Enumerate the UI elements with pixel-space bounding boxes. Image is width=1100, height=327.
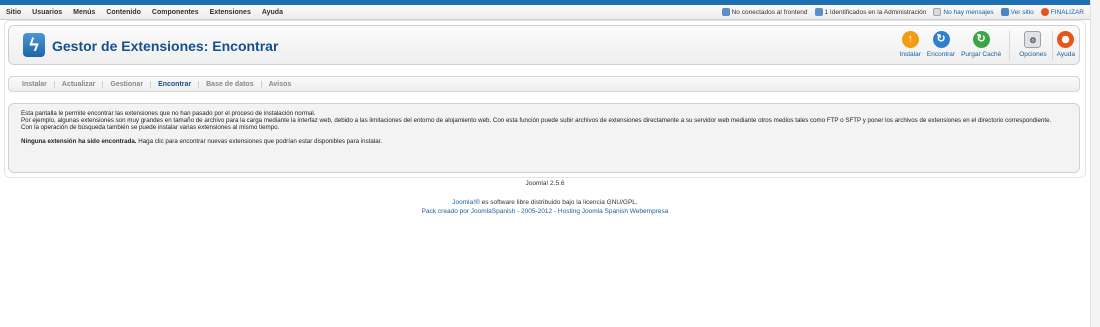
users-icon: [721, 8, 730, 16]
view-site-link[interactable]: Ver sitio: [1000, 8, 1034, 16]
info-line-2: Por ejemplo, algunas extensiones son muy…: [21, 117, 1052, 125]
lightning-icon: ϟ: [23, 33, 45, 57]
toolbar: ↑ Instalar ↻ Encontrar ↻ Purgar Caché ⚙ …: [894, 31, 1075, 61]
tab-gestionar[interactable]: Gestionar: [103, 80, 152, 88]
options-button-label: Opciones: [1019, 51, 1047, 58]
help-button[interactable]: Ayuda: [1057, 31, 1075, 61]
power-icon: [1040, 8, 1049, 16]
admin-status: 1 Identificados en la Administración: [814, 8, 927, 16]
menu-item-contenido[interactable]: Contenido: [106, 9, 141, 16]
mail-icon: [933, 8, 942, 16]
joomla-link[interactable]: Joomla!®: [452, 199, 480, 206]
info-line-3: Con la operación de búsqueda también se …: [21, 124, 280, 132]
install-button-label: Instalar: [899, 51, 921, 58]
menu-item-componentes[interactable]: Componentes: [152, 9, 199, 16]
tab-avisos[interactable]: Avisos: [262, 81, 299, 88]
license-rest: es software libre distribuido bajo la li…: [479, 199, 638, 206]
tab-base-de-datos[interactable]: Base de datos: [199, 80, 262, 88]
toolbar-divider: [1051, 31, 1053, 61]
purge-cache-button[interactable]: ↻ Purgar Caché: [961, 31, 1001, 61]
purge-icon: ↻: [972, 31, 990, 48]
options-icon: ⚙: [1024, 31, 1042, 48]
menu-item-menus[interactable]: Menús: [73, 9, 95, 16]
page-header: ϟ Gestor de Extensiones: Encontrar ↑ Ins…: [8, 25, 1080, 65]
menu-item-usuarios[interactable]: Usuarios: [32, 9, 62, 16]
menu-item-sitio[interactable]: Sitio: [6, 9, 21, 16]
monitor-icon: [1000, 8, 1009, 16]
no-results-rest: Haga clic para encontrar nuevas extensio…: [136, 137, 383, 145]
status-area: No conectados al frontend 1 Identificado…: [715, 8, 1084, 16]
find-button[interactable]: ↻ Encontrar: [927, 31, 955, 61]
pack-credits-link[interactable]: Pack creado por JoomlaSpanish - 2005-201…: [0, 208, 1090, 215]
page-footer: Joomla! 2.5.6 Joomla!® es software libre…: [0, 180, 1090, 215]
no-results-message: Ninguna extensión ha sido encontrada. Ha…: [21, 138, 1067, 145]
info-message: Esta pantalla le permite encontrar las e…: [8, 103, 1080, 173]
user-icon: [814, 8, 823, 16]
lifebuoy-icon: [1057, 31, 1075, 48]
license-text: Joomla!® es software libre distribuido b…: [0, 199, 1090, 206]
help-button-label: Ayuda: [1056, 51, 1075, 58]
submenu-tabs: Instalar Actualizar Gestionar Encontrar …: [8, 76, 1080, 92]
logout-link[interactable]: FINALIZAR: [1040, 8, 1084, 16]
refresh-icon: ↻: [932, 31, 950, 48]
logout-text: FINALIZAR: [1050, 8, 1084, 16]
toolbar-divider: [1009, 31, 1011, 61]
purge-cache-button-label: Purgar Caché: [961, 51, 1002, 58]
no-results-bold: Ninguna extensión ha sido encontrada.: [21, 137, 137, 145]
tab-instalar[interactable]: Instalar: [15, 80, 55, 88]
main-menubar: Sitio Usuarios Menús Contenido Component…: [0, 5, 1090, 20]
messages-link-text: No hay mensajes: [943, 8, 994, 16]
install-button[interactable]: ↑ Instalar: [900, 31, 921, 61]
vertical-scrollbar[interactable]: [1090, 0, 1100, 327]
menu-item-extensiones[interactable]: Extensiones: [210, 9, 251, 16]
version-text: Joomla! 2.5.6: [525, 180, 565, 187]
find-button-label: Encontrar: [926, 51, 956, 58]
admin-page: Sitio Usuarios Menús Contenido Component…: [0, 0, 1090, 327]
messages-link[interactable]: No hay mensajes: [933, 8, 994, 16]
frontend-status: No conectados al frontend: [721, 8, 808, 16]
view-site-text: Ver sitio: [1010, 8, 1034, 16]
menu-item-ayuda[interactable]: Ayuda: [262, 9, 283, 16]
page-title: Gestor de Extensiones: Encontrar: [52, 38, 279, 54]
tab-encontrar[interactable]: Encontrar: [151, 80, 200, 88]
upload-icon: ↑: [901, 31, 919, 48]
frontend-status-text: No conectados al frontend: [731, 8, 808, 16]
options-button[interactable]: ⚙ Opciones: [1019, 31, 1047, 61]
tab-actualizar[interactable]: Actualizar: [55, 80, 104, 88]
info-line-1: Esta pantalla le permite encontrar las e…: [21, 110, 316, 117]
admin-status-text: 1 Identificados en la Administración: [824, 8, 927, 16]
